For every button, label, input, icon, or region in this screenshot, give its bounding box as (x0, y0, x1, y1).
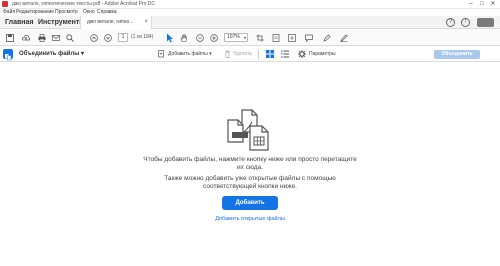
tool-title-label: Объединить файлы (19, 51, 80, 57)
combine-files-toolbar: Объединить файлы ▾ Добавить файлы ▾ Удал… (0, 46, 500, 62)
page-display-icon[interactable] (272, 34, 280, 42)
tab-tools[interactable]: Инструменты (38, 16, 85, 29)
instruction-line-2: их сюда. (237, 164, 263, 171)
tab-home[interactable]: Главная (5, 16, 33, 29)
add-files-button[interactable]: Добавить (222, 196, 278, 210)
zoom-level-value: 107% (227, 34, 240, 40)
chevron-down-icon: ▾ (243, 35, 246, 40)
title-bar: джо витале, гипнотические тексты.pdf - A… (0, 0, 500, 9)
save-icon[interactable] (6, 34, 14, 42)
page-fit-icon[interactable] (288, 34, 296, 42)
select-cursor-icon[interactable] (166, 33, 174, 43)
grid-view-icon[interactable] (266, 50, 274, 58)
chevron-down-icon: ▾ (209, 51, 212, 57)
comment-icon[interactable] (305, 34, 313, 42)
window-title: джо витале, гипнотические тексты.pdf - A… (12, 1, 155, 7)
tab-bar: Главная Инструменты джо витале, гипно...… (0, 16, 500, 29)
toolbar-divider (258, 50, 259, 59)
add-files-label: Добавить файлы (168, 51, 208, 57)
close-window-button[interactable]: ✕ (488, 0, 498, 8)
menu-edit[interactable]: Редактирование (16, 9, 54, 16)
add-open-files-link[interactable]: Добавить открытые файлы (0, 216, 500, 223)
email-icon[interactable] (52, 34, 60, 42)
menu-help[interactable]: Справка (97, 9, 117, 16)
tab-document[interactable]: джо витале, гипно... × (80, 16, 152, 29)
search-icon[interactable] (66, 34, 74, 42)
help-icon[interactable]: ? (446, 18, 455, 27)
zoom-level-select[interactable]: 107% ▾ (224, 33, 248, 42)
print-icon[interactable] (38, 34, 46, 42)
sign-icon[interactable] (340, 34, 348, 42)
gear-icon (298, 50, 306, 58)
main-toolbar: 1 (1 из 184) 107% ▾ (0, 29, 500, 46)
instruction-line-4: соответствующей кнопки ниже. (203, 183, 297, 190)
acrobat-app-icon (2, 1, 8, 7)
zoom-in-icon[interactable] (210, 34, 218, 42)
drop-zone[interactable]: Чтобы добавить файлы, нажмите кнопку ниж… (0, 63, 500, 266)
instruction-line-3: Также можно добавить уже открытые файлы … (164, 175, 336, 182)
previous-page-icon[interactable] (90, 34, 98, 42)
highlight-icon[interactable] (323, 34, 331, 42)
add-files-dropdown[interactable]: Добавить файлы ▾ (168, 46, 212, 62)
crop-icon[interactable] (256, 34, 264, 42)
menu-window[interactable]: Окно (83, 9, 95, 16)
menu-bar: Файл Редактирование Просмотр Окно Справк… (0, 9, 500, 16)
tab-document-label: джо витале, гипно... (87, 19, 134, 25)
page-number-input[interactable]: 1 (118, 33, 128, 42)
combine-tool-icon (3, 49, 13, 61)
hand-tool-icon[interactable] (180, 34, 188, 42)
settings-button[interactable]: Параметры (309, 46, 336, 62)
tool-title-dropdown[interactable]: Объединить файлы ▾ (19, 46, 84, 62)
page-count: (1 из 184) (131, 34, 154, 40)
notifications-icon[interactable]: ! (461, 18, 470, 27)
sign-in-button[interactable] (477, 18, 494, 27)
delete-button[interactable]: Удалить (233, 46, 252, 62)
combine-button[interactable]: Объединить (434, 50, 480, 59)
maximize-button[interactable]: □ (477, 0, 487, 8)
next-page-icon[interactable] (104, 34, 112, 42)
menu-file[interactable]: Файл (3, 9, 15, 16)
minimize-button[interactable]: – (466, 0, 476, 8)
zoom-out-icon[interactable] (196, 34, 204, 42)
list-view-icon[interactable] (281, 50, 289, 58)
instruction-line-1: Чтобы добавить файлы, нажмите кнопку ниж… (143, 156, 357, 163)
menu-view[interactable]: Просмотр (55, 9, 78, 16)
tab-close-icon[interactable]: × (144, 16, 148, 29)
files-illustration (227, 109, 269, 151)
cloud-upload-icon[interactable] (22, 34, 30, 42)
add-files-icon (158, 50, 164, 58)
chevron-down-icon: ▾ (81, 51, 85, 57)
trash-icon (225, 50, 230, 58)
